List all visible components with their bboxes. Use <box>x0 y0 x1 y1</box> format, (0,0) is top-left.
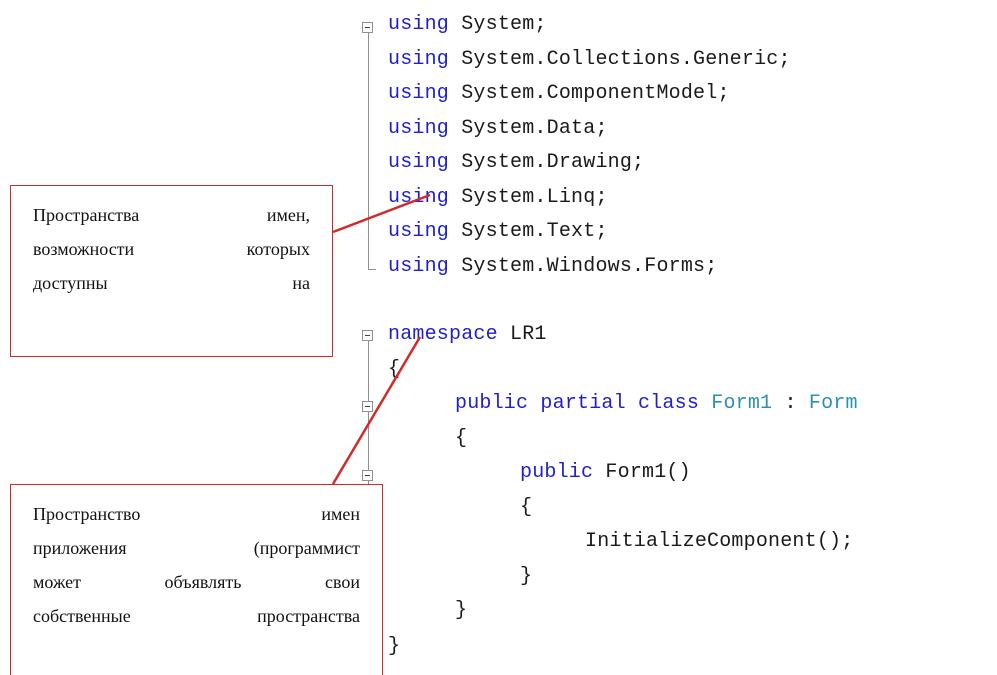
callout-line: приложения (программист <box>33 538 360 558</box>
callout-line: собственные пространства <box>33 606 360 626</box>
callout-line: может объявлять свои <box>33 572 360 592</box>
callout-line: возможности которых <box>33 239 310 259</box>
callout-line: Пространство имен <box>33 504 360 524</box>
callout-line: доступны на <box>33 273 310 293</box>
callout-line: Пространства имен, <box>33 205 310 225</box>
connector-usings <box>332 193 431 234</box>
connector-namespace <box>331 336 422 485</box>
screenshot-canvas: using System; using System.Collections.G… <box>0 0 997 675</box>
callout-application-namespace: Пространство имен приложения (программист … <box>10 484 383 675</box>
callout-available-namespaces: Пространства имен, возможности которых дос… <box>10 185 333 357</box>
